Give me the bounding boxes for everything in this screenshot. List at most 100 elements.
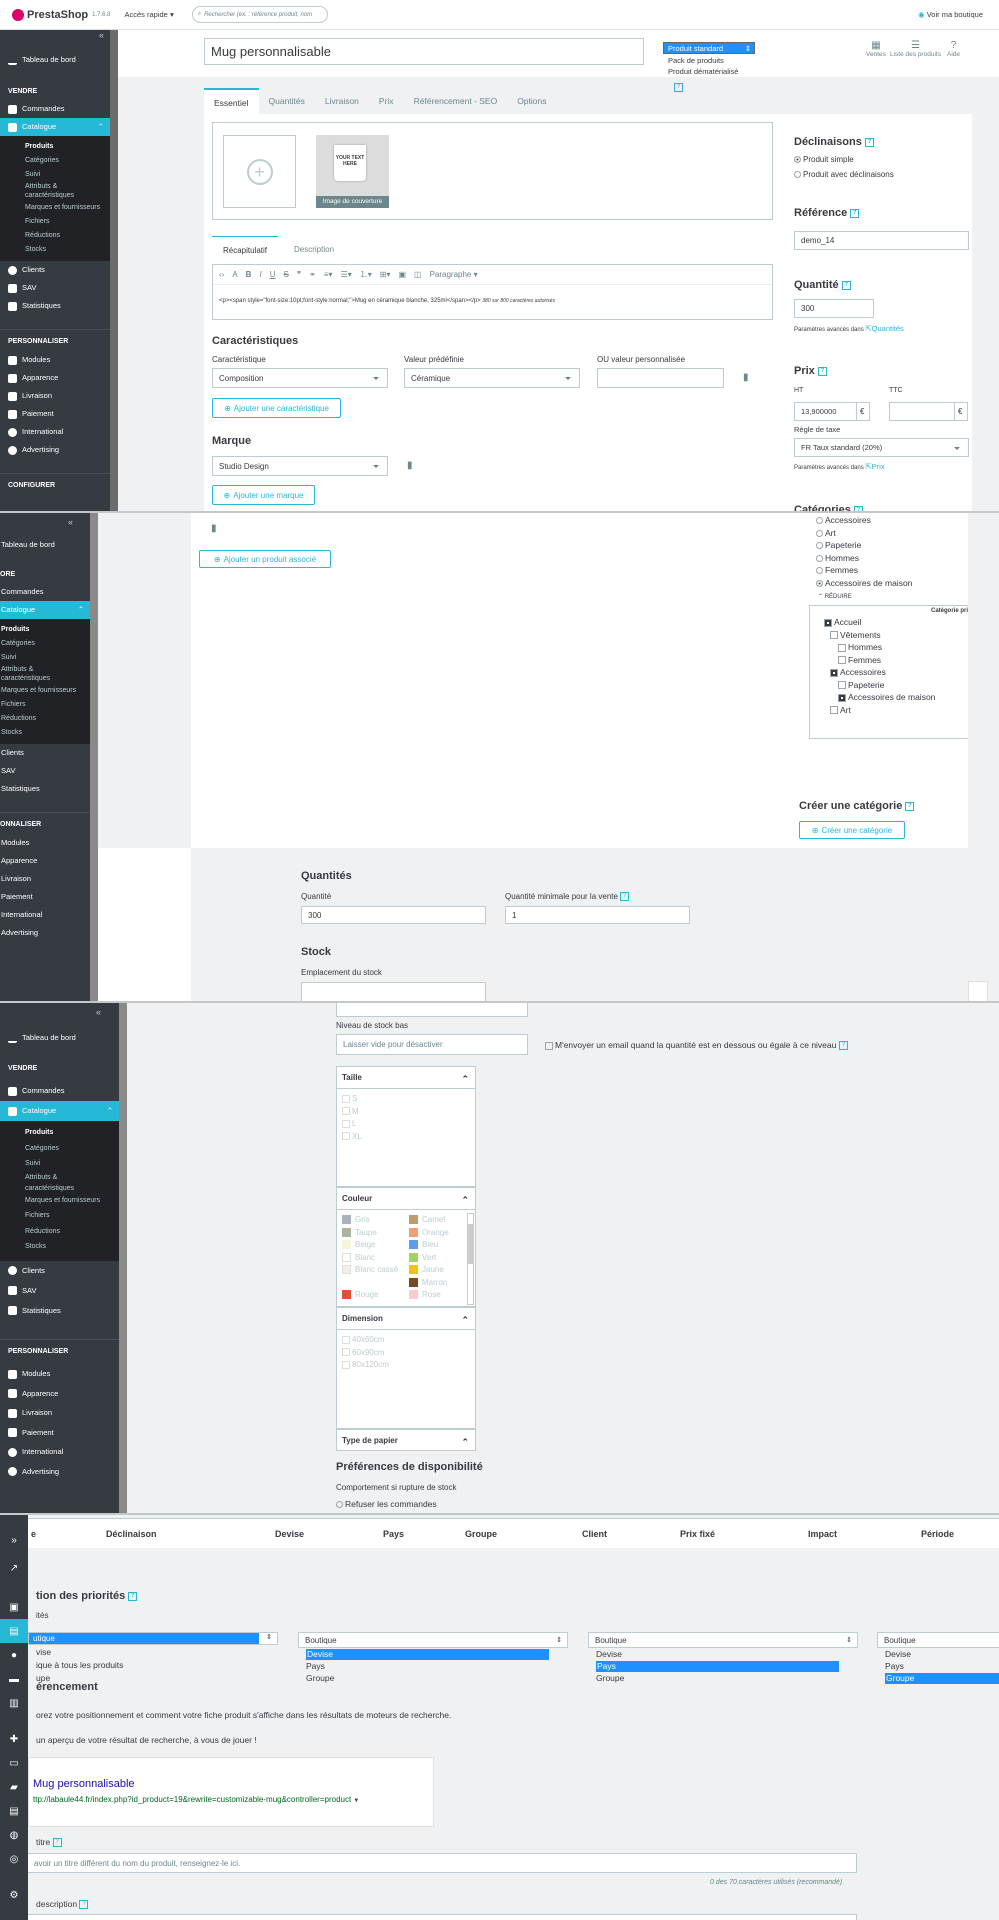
help-icon[interactable]: ? bbox=[864, 137, 874, 147]
sidebar-item-sav[interactable]: SAV bbox=[0, 762, 98, 780]
sidebar-item-orders[interactable]: Commandes bbox=[0, 1081, 127, 1101]
sidebar-sub-attributes[interactable]: Attributs & bbox=[0, 1173, 127, 1183]
quantity-input[interactable]: 300 bbox=[794, 299, 874, 318]
help-icon[interactable]: ? bbox=[52, 1838, 62, 1848]
sidebar-item-dashboard[interactable]: Tableau de bord bbox=[0, 1023, 127, 1053]
help-icon[interactable]: ? bbox=[905, 801, 915, 811]
underline-icon[interactable]: U bbox=[270, 270, 276, 279]
sidebar-sub-files[interactable]: Fichiers bbox=[0, 1209, 127, 1225]
help-icon[interactable]: ? bbox=[850, 208, 860, 218]
sidebar-sub-attributes[interactable]: Attributs & bbox=[0, 182, 118, 191]
sidebar-item-customers[interactable]: Clients bbox=[0, 261, 118, 279]
sidebar-sub-attributes-2[interactable]: caractéristiques bbox=[0, 1183, 127, 1194]
logo-text[interactable]: PrestaShop bbox=[27, 9, 88, 21]
tree-accueil[interactable]: Accueil bbox=[824, 616, 935, 629]
radio-simple[interactable]: Produit simple bbox=[794, 155, 854, 164]
sidebar-item-orders[interactable]: Commandes bbox=[0, 583, 98, 601]
prestashop-logo-icon[interactable] bbox=[12, 8, 24, 21]
cart-icon[interactable]: ▣ bbox=[0, 1595, 28, 1619]
sidebar-item-stats[interactable]: Statistiques bbox=[0, 780, 98, 798]
add-brand-button[interactable]: ⊕ Ajouter une marque bbox=[212, 485, 315, 505]
globe-icon[interactable]: ◍ bbox=[0, 1823, 28, 1847]
puzzle-icon[interactable]: ✚ bbox=[0, 1727, 28, 1751]
color-rose[interactable]: Rose bbox=[404, 1289, 464, 1302]
help-icon[interactable]: ? bbox=[841, 280, 851, 290]
sidebar-sub-categories[interactable]: Catégories bbox=[0, 154, 118, 168]
sidebar-sub-monitoring[interactable]: Suivi bbox=[0, 1157, 127, 1173]
tab-options[interactable]: Options bbox=[507, 88, 556, 114]
taille-s[interactable]: S bbox=[337, 1093, 475, 1106]
sidebar-sub-brands[interactable]: Marques et fournisseurs bbox=[0, 684, 98, 698]
sidebar-item-customers[interactable]: Clients bbox=[0, 1261, 127, 1281]
sidebar-item-shipping[interactable]: Livraison bbox=[0, 1404, 127, 1424]
sidebar-item-modules[interactable]: Modules bbox=[0, 351, 118, 369]
qty-input[interactable]: 300 bbox=[301, 906, 486, 924]
action-product-list[interactable]: ☰ Liste des produits bbox=[890, 40, 941, 58]
stock-location-input[interactable] bbox=[301, 982, 486, 1002]
sidebar-sub-attributes-2[interactable]: caractéristiques bbox=[0, 674, 98, 684]
tree-maison[interactable]: Accessoires de maison bbox=[824, 691, 935, 704]
custom-value-input[interactable] bbox=[597, 368, 724, 388]
color-camel[interactable]: Camel bbox=[404, 1214, 464, 1227]
sidebar-item-dashboard[interactable]: Tableau de bord bbox=[0, 46, 118, 74]
collapse-icon[interactable]: « bbox=[0, 1003, 127, 1021]
tree-accessoires[interactable]: Accessoires bbox=[824, 666, 935, 679]
sidebar-sub-monitoring[interactable]: Suivi bbox=[0, 651, 98, 665]
sidebar-item-international[interactable]: International bbox=[0, 906, 98, 924]
tree-papeterie[interactable]: Papeterie bbox=[824, 679, 935, 692]
facet-dimension-header[interactable]: Dimension bbox=[337, 1308, 475, 1331]
facet-papier[interactable]: Type de papier bbox=[336, 1429, 476, 1453]
color-blanc-casse[interactable]: Blanc cassé bbox=[337, 1264, 405, 1289]
dim-40x60[interactable]: 40x60cm bbox=[337, 1334, 475, 1347]
chat-icon[interactable]: ▬ bbox=[0, 1667, 28, 1691]
card-icon[interactable]: ▤ bbox=[0, 1799, 28, 1823]
image-upload-dropzone[interactable]: + bbox=[223, 135, 296, 208]
price-link[interactable]: ⇱Prix bbox=[865, 462, 884, 471]
apply-all-checkbox[interactable]: ique à tous les produits bbox=[36, 1660, 123, 1670]
desktop-icon[interactable]: ▭ bbox=[0, 1751, 28, 1775]
code-icon[interactable]: ‹› bbox=[219, 270, 224, 279]
sidebar-sub-discounts[interactable]: Réductions bbox=[0, 1225, 127, 1241]
align-icon[interactable]: ≡▾ bbox=[324, 270, 333, 279]
radio-cat-hommes[interactable]: Hommes bbox=[816, 553, 912, 566]
brand-trash-icon[interactable]: ▮ bbox=[407, 460, 413, 471]
color-bleu[interactable]: Bleu bbox=[404, 1239, 464, 1252]
facet-taille-header[interactable]: Taille bbox=[337, 1067, 475, 1090]
media-icon[interactable]: ◫ bbox=[414, 270, 422, 279]
dim-80x120[interactable]: 80x120cm bbox=[337, 1359, 475, 1372]
sidebar-sub-brands[interactable]: Marques et fournisseurs bbox=[0, 1194, 127, 1210]
bullet-list-icon[interactable]: ☰▾ bbox=[341, 270, 352, 279]
feature-select[interactable]: Composition bbox=[212, 368, 388, 388]
sidebar-item-payment[interactable]: Paiement bbox=[0, 888, 98, 906]
sidebar-item-catalogue[interactable]: Catalogue ⌃ bbox=[0, 601, 98, 619]
sidebar-item-payment[interactable]: Paiement bbox=[0, 1423, 127, 1443]
sidebar-sub-products[interactable]: Produits bbox=[0, 140, 118, 154]
priority-4-opt-devise[interactable]: Devise bbox=[885, 1649, 911, 1659]
tab-quantites[interactable]: Quantités bbox=[259, 88, 315, 114]
expand-icon[interactable]: » bbox=[0, 1527, 28, 1553]
sidebar-item-shipping[interactable]: Livraison bbox=[0, 870, 98, 888]
quick-access[interactable]: Accès rapide ▾ bbox=[125, 10, 174, 19]
gear-icon[interactable]: ⚙ bbox=[0, 1883, 28, 1907]
sidebar-item-customers[interactable]: Clients bbox=[0, 744, 98, 762]
sidebar-scrollbar[interactable] bbox=[90, 513, 98, 1002]
radio-cat-papeterie[interactable]: Papeterie bbox=[816, 540, 912, 553]
color-taupe[interactable]: Taupe bbox=[337, 1227, 405, 1240]
sidebar-item-stats[interactable]: Statistiques bbox=[0, 1301, 127, 1321]
quote-icon[interactable]: ❞ bbox=[297, 270, 301, 279]
sidebar-item-modules[interactable]: Modules bbox=[0, 834, 98, 852]
min-qty-input[interactable]: 1 bbox=[505, 906, 690, 924]
sidebar-sub-stocks[interactable]: Stocks bbox=[0, 1240, 127, 1256]
tree-hommes[interactable]: Hommes bbox=[824, 641, 935, 654]
product-type-option-pack[interactable]: Pack de produits bbox=[668, 56, 724, 65]
add-feature-button[interactable]: ⊕ Ajouter une caractéristique bbox=[212, 398, 341, 418]
sidebar-item-stats[interactable]: Statistiques bbox=[0, 297, 118, 315]
priority-2-opt-devise[interactable]: Devise bbox=[306, 1649, 549, 1660]
sidebar-sub-brands[interactable]: Marques et fournisseurs bbox=[0, 201, 118, 215]
sidebar-item-payment[interactable]: Paiement bbox=[0, 405, 118, 423]
action-help[interactable]: ? Aide bbox=[947, 40, 960, 58]
summary-tab-recap[interactable]: Récapitulatif bbox=[212, 236, 278, 264]
collapse-icon[interactable]: « bbox=[0, 30, 118, 46]
numbered-list-icon[interactable]: ⒈▾ bbox=[360, 269, 372, 280]
priority-2-opt-pays[interactable]: Pays bbox=[306, 1661, 325, 1671]
